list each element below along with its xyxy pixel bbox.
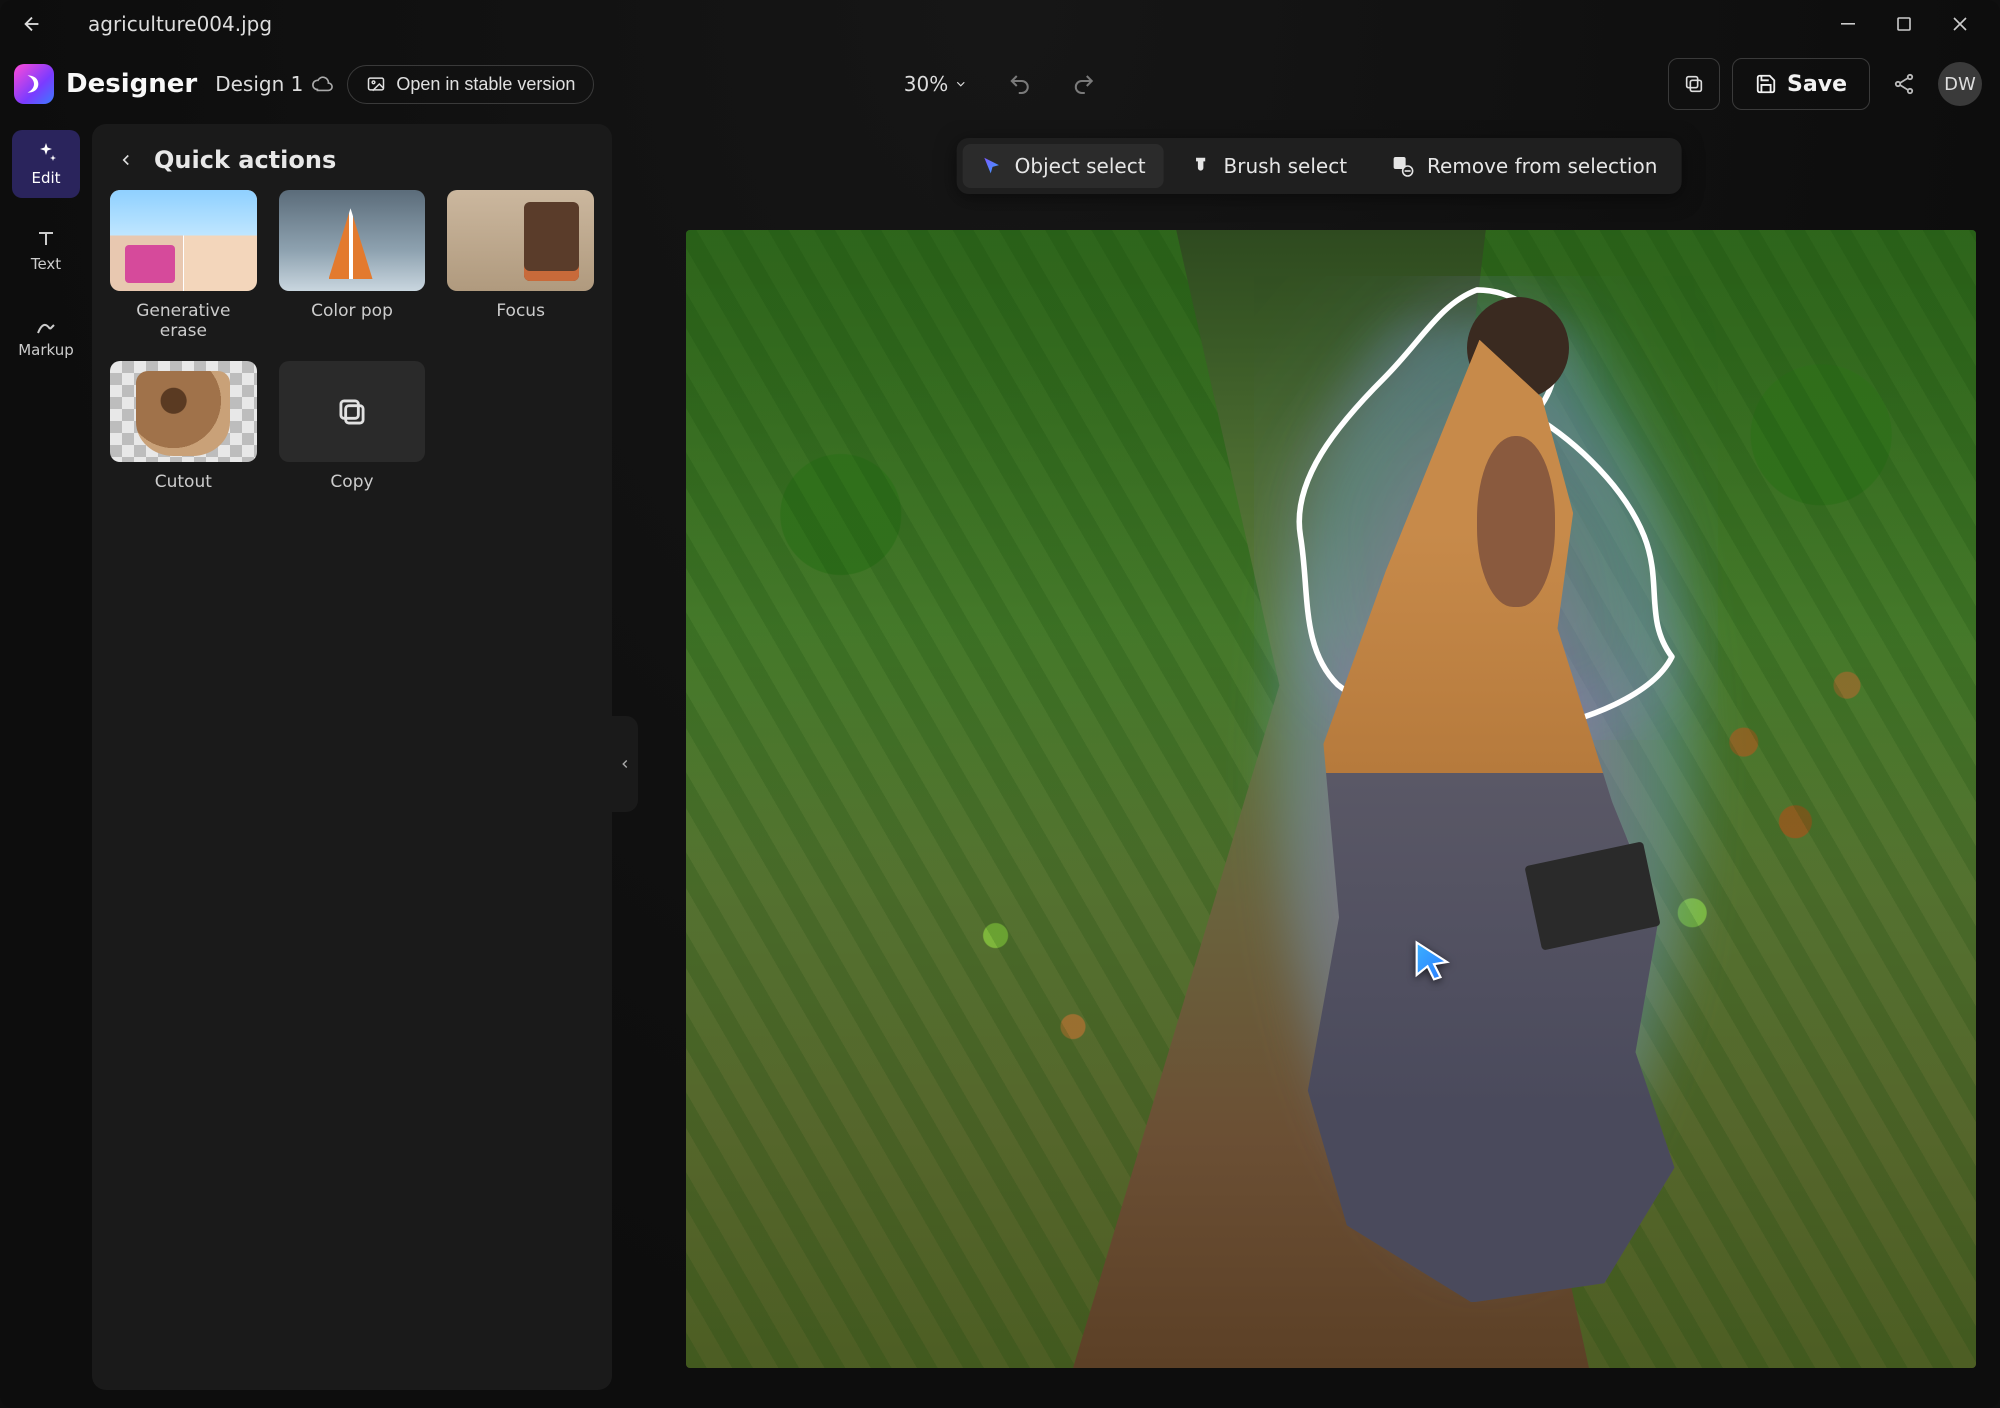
header: Designer Design 1 Open in stable version… [0,48,2000,120]
copy-outline-icon [333,393,371,431]
remove-selection-label: Remove from selection [1427,154,1657,178]
titlebar: agriculture004.jpg [0,0,2000,48]
brush-select-label: Brush select [1224,154,1348,178]
main: Edit Text Markup Quick actions [0,120,2000,1408]
qa-thumb-generase [110,190,257,291]
close-icon [1953,17,1967,31]
qa-copy[interactable]: Copy [279,361,426,492]
picture-icon [366,74,386,94]
canvas-cursor [1408,936,1460,988]
minimize-icon [1841,17,1855,31]
copy-icon [1683,73,1705,95]
remove-selection-button[interactable]: Remove from selection [1373,144,1675,188]
object-select-label: Object select [1015,154,1146,178]
subject-face [1477,436,1556,607]
panel-back-button[interactable] [112,146,140,174]
chevron-down-icon [954,77,968,91]
qa-thumb-focus [447,190,594,291]
app-name: Designer [66,69,197,99]
qa-cutout[interactable]: Cutout [110,361,257,492]
rail-item-text[interactable]: Text [12,216,80,284]
cursor-icon [981,155,1003,177]
qa-label: Copy [330,472,373,492]
panel-title: Quick actions [154,146,336,174]
share-button[interactable] [1882,62,1926,106]
markup-icon [34,313,58,337]
brush-icon [1190,155,1212,177]
window-restore-button[interactable] [1876,4,1932,44]
app-logo [14,64,54,104]
share-icon [1892,72,1916,96]
zoom-dropdown[interactable]: 30% [894,66,978,102]
left-rail: Edit Text Markup [0,120,92,1408]
design-title-label: Design 1 [215,72,303,96]
quick-actions-grid: Generative erase Color pop Focus Cutout [110,190,594,492]
zoom-value: 30% [904,72,948,96]
rail-edit-label: Edit [31,169,60,187]
qa-label: Focus [496,301,545,321]
back-button[interactable] [12,4,52,44]
cloud-sync-icon [311,73,333,95]
center-toolbar: 30% [894,62,1106,106]
qa-label: Cutout [155,472,212,492]
rail-item-markup[interactable]: Markup [12,302,80,370]
app-window: agriculture004.jpg Designer Design 1 Ope… [0,0,2000,1408]
redo-button [1062,62,1106,106]
qa-thumb-colorpop [279,190,426,291]
rail-markup-label: Markup [18,341,74,359]
qa-label: Color pop [311,301,393,321]
window-minimize-button[interactable] [1820,4,1876,44]
cursor-arrow-icon [1408,936,1460,988]
open-stable-label: Open in stable version [396,74,575,95]
window-close-button[interactable] [1932,4,1988,44]
undo-icon [1008,72,1032,96]
chevron-left-icon [618,757,632,771]
panel-collapse-button[interactable] [612,716,638,812]
undo-button [998,62,1042,106]
brush-select-button[interactable]: Brush select [1172,144,1366,188]
save-button[interactable]: Save [1732,58,1870,110]
qa-thumb-copy [279,361,426,462]
save-label: Save [1787,72,1847,97]
redo-icon [1072,72,1096,96]
qa-focus[interactable]: Focus [447,190,594,341]
rail-item-edit[interactable]: Edit [12,130,80,198]
sparkle-icon [34,141,58,165]
designer-logo-icon [21,71,47,97]
right-toolbar: Save DW [1668,58,1982,110]
selection-subject [1254,276,1718,1346]
chevron-left-icon [117,151,135,169]
remove-selection-icon [1391,154,1415,178]
object-select-button[interactable]: Object select [963,144,1164,188]
restore-icon [1897,17,1911,31]
rail-text-label: Text [31,255,61,273]
text-icon [34,227,58,251]
file-name: agriculture004.jpg [88,12,272,36]
arrow-left-icon [21,13,43,35]
quick-actions-panel: Quick actions Generative erase Color pop… [92,124,612,1390]
user-avatar[interactable]: DW [1938,62,1982,106]
save-icon [1755,73,1777,95]
selection-toolbar: Object select Brush select Remove from s… [957,138,1682,194]
design-title[interactable]: Design 1 [215,72,333,96]
canvas-area: Object select Brush select Remove from s… [638,120,2000,1408]
open-stable-button[interactable]: Open in stable version [347,65,594,104]
qa-color-pop[interactable]: Color pop [279,190,426,341]
qa-label: Generative erase [110,301,257,341]
panel-header: Quick actions [110,140,594,190]
qa-thumb-cutout [110,361,257,462]
qa-generative-erase[interactable]: Generative erase [110,190,257,341]
copy-button[interactable] [1668,58,1720,110]
canvas[interactable] [686,230,1976,1368]
